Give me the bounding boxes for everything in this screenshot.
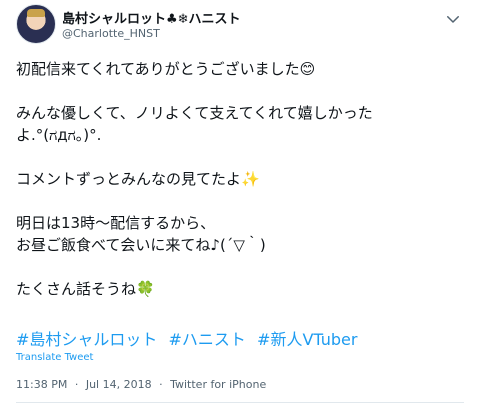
tweet-line: よ.°(ಗдಗ。)°.	[16, 126, 102, 144]
separator: ·	[74, 378, 79, 391]
hashtag-link[interactable]: #ハニスト	[169, 330, 246, 349]
hashtag-link[interactable]: #島村シャルロット	[16, 330, 157, 349]
hashtag-list: #島村シャルロット #ハニスト #新人VTuber	[16, 326, 363, 350]
tweet-line: たくさん話そうね🍀	[16, 280, 155, 298]
tweet-time[interactable]: 11:38 PM	[16, 378, 67, 391]
tweet-source: Twitter for iPhone	[170, 378, 267, 391]
avatar[interactable]	[16, 4, 56, 44]
divider	[16, 402, 464, 403]
tweet-text: 初配信来てくれてありがとうございました😊 みんな優しくて、ノリよくて支えてくれて…	[16, 58, 464, 300]
translate-tweet-link[interactable]: Translate Tweet	[16, 352, 93, 363]
tweet-metadata: 11:38 PM · Jul 14, 2018 · Twitter for iP…	[16, 378, 270, 391]
tweet-line: 明日は13時〜配信するから、	[16, 214, 216, 232]
separator: ·	[159, 378, 163, 391]
tweet-card: 島村シャルロット♣❄ハニスト @Charlotte_HNST 初配信来てくれてあ…	[0, 0, 480, 414]
display-name[interactable]: 島村シャルロット♣❄ハニスト	[62, 8, 241, 27]
hashtag-link[interactable]: #新人VTuber	[257, 330, 357, 349]
tweet-line: 初配信来てくれてありがとうございました😊	[16, 60, 316, 78]
tweet-line: お昼ご飯食べて会いに来てね♪(´▽｀)	[16, 236, 266, 254]
tweet-date[interactable]: Jul 14, 2018	[86, 378, 152, 391]
chevron-down-icon[interactable]	[444, 10, 462, 28]
tweet-line: みんな優しくて、ノリよくて支えてくれて嬉しかった	[16, 104, 373, 122]
user-handle[interactable]: @Charlotte_HNST	[62, 27, 160, 40]
tweet-line: コメントずっとみんなの見てたよ✨	[16, 170, 260, 188]
